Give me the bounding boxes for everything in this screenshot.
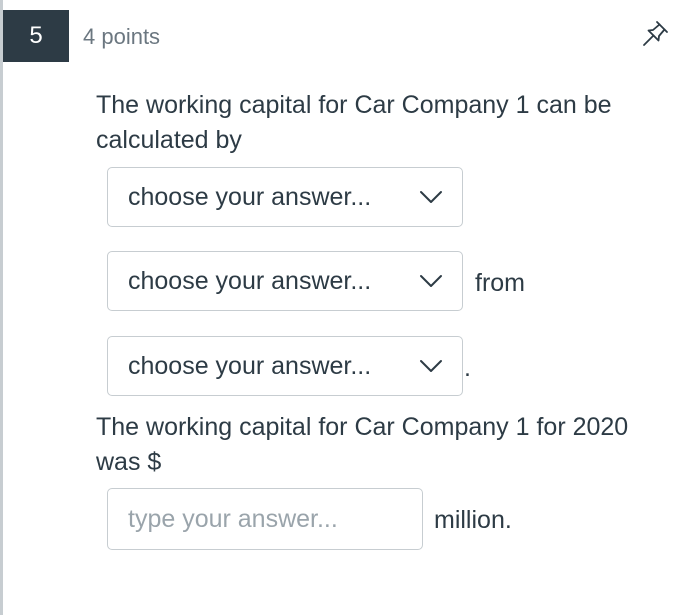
- chevron-down-icon: [420, 360, 442, 372]
- pin-icon[interactable]: [638, 17, 672, 51]
- dropdown-1-value: choose your answer...: [128, 183, 372, 211]
- question-number-badge: 5: [3, 10, 69, 62]
- question-left-border: [0, 0, 3, 615]
- answer-dropdown-1[interactable]: choose your answer...: [107, 167, 463, 227]
- text-period: .: [464, 354, 471, 382]
- text-units: million.: [434, 506, 512, 534]
- question-prompt-2: The working capital for Car Company 1 fo…: [96, 413, 629, 476]
- answer-text-input[interactable]: [107, 488, 423, 550]
- answer-dropdown-3[interactable]: choose your answer...: [107, 336, 463, 396]
- text-from: from: [475, 269, 525, 297]
- chevron-down-icon: [420, 275, 442, 287]
- answer-dropdown-2[interactable]: choose your answer...: [107, 251, 463, 311]
- dropdown-3-value: choose your answer...: [128, 352, 372, 380]
- chevron-down-icon: [420, 191, 442, 203]
- question-points: 4 points: [83, 24, 161, 49]
- question-prompt-1: The working capital for Car Company 1 ca…: [96, 91, 612, 154]
- dropdown-2-value: choose your answer...: [128, 267, 372, 295]
- question-number: 5: [29, 22, 43, 49]
